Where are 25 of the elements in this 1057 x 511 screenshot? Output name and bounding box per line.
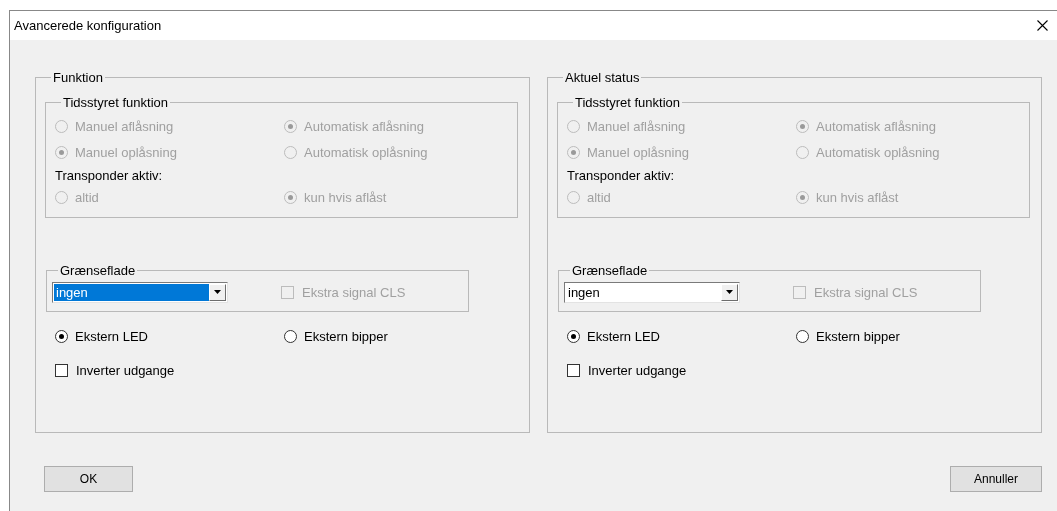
close-icon <box>1036 20 1048 31</box>
dropdown[interactable]: ingen <box>564 281 740 303</box>
dropdown[interactable]: ingen <box>52 281 228 303</box>
group-title: Aktuel status <box>564 70 641 85</box>
window-title: Avancerede konfiguration <box>14 18 162 33</box>
dialog-button[interactable]: Annuller <box>950 466 1042 492</box>
group-title: Tidsstyret funktion <box>62 95 169 110</box>
group-title: Grænseflade <box>571 263 649 278</box>
caret-icon <box>214 290 221 294</box>
caret-icon <box>726 290 733 294</box>
dropdown-button[interactable] <box>209 283 226 301</box>
group-title: Tidsstyret funktion <box>574 95 681 110</box>
radio-button[interactable]: Ekstern LED <box>567 328 660 344</box>
dropdown-button[interactable] <box>721 283 738 301</box>
radio-button[interactable]: Ekstern bipper <box>796 328 900 344</box>
checkbox[interactable]: Inverter udgange <box>55 362 175 378</box>
section-label: Transponder aktiv: <box>567 166 676 185</box>
group-title: Funktion <box>52 70 104 85</box>
radio-button[interactable]: Ekstern bipper <box>284 328 388 344</box>
radio-button[interactable]: Ekstern LED <box>55 328 148 344</box>
dialog-button[interactable]: OK <box>44 466 133 492</box>
dropdown-value: ingen <box>54 283 209 301</box>
group-title: Grænseflade <box>59 263 137 278</box>
checkbox[interactable]: Inverter udgange <box>567 362 687 378</box>
section-label: Transponder aktiv: <box>55 166 164 185</box>
